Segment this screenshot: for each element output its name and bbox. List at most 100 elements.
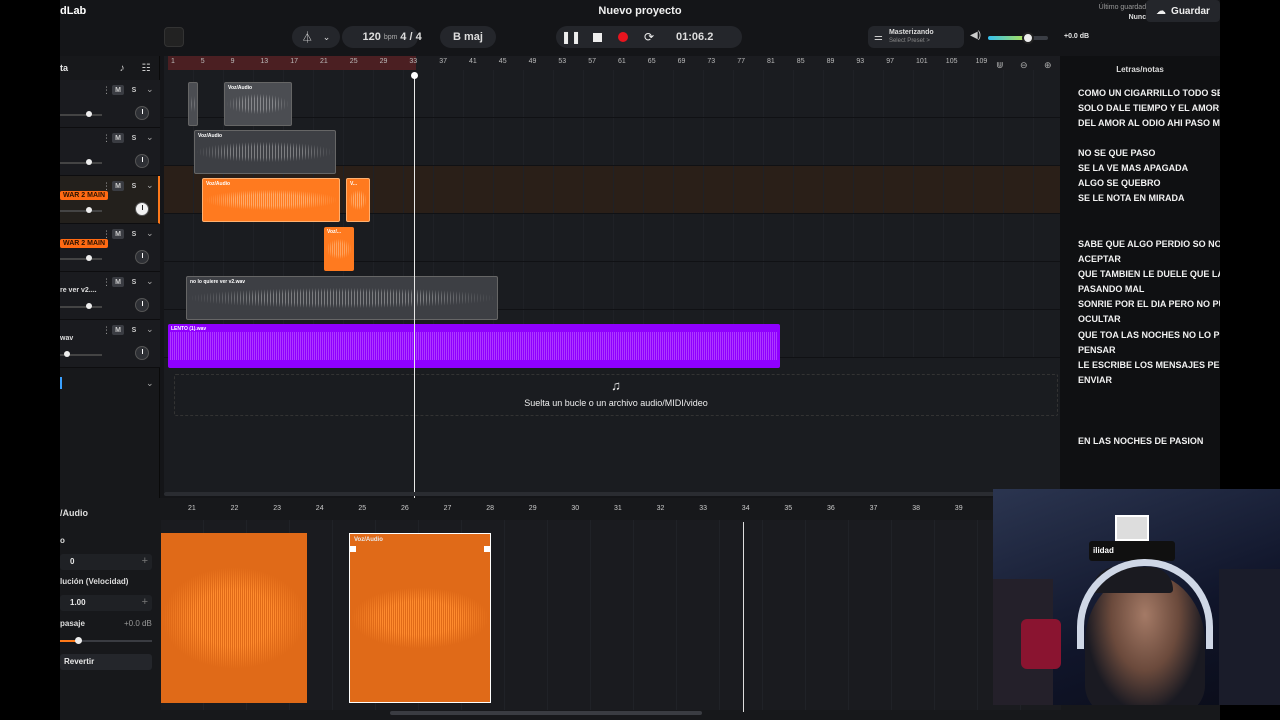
lyric-line[interactable]: LE ESCRIBE LOS MENSAJES PERO [1078, 360, 1220, 370]
record-button[interactable] [612, 26, 634, 48]
more-icon[interactable]: ⋮ [102, 181, 111, 192]
master-volume-slider[interactable] [1022, 32, 1034, 44]
track-volume-fader[interactable] [60, 258, 102, 260]
chevron-down-icon[interactable]: ⌄ [146, 324, 154, 335]
track-volume-fader[interactable] [60, 210, 102, 212]
panel-toggle-icon[interactable] [164, 27, 184, 47]
lyric-line[interactable]: EN LAS NOCHES DE PASION [1078, 436, 1203, 446]
pan-knob[interactable] [135, 106, 149, 120]
lyric-line[interactable]: QUE TOA LAS NOCHES NO LO P [1078, 330, 1220, 340]
track-header-2[interactable]: ⋮ M S ⌄ [60, 128, 160, 176]
chevron-down-icon[interactable]: ⌄ [146, 276, 154, 287]
timeline-ruler[interactable]: 1 5 9 13 17 21 25 29 33 37 41 45 49 53 57 61 65 69 73 77 81 8… [164, 56, 1060, 70]
track-volume-fader[interactable] [60, 114, 102, 116]
speaker-icon[interactable]: ◀) [970, 30, 981, 41]
tuner-icon[interactable]: ♪ [114, 61, 130, 75]
lyric-line[interactable]: SONRIE POR EL DIA PERO NO PU [1078, 299, 1220, 309]
chevron-down-icon[interactable]: ⌄ [146, 378, 154, 389]
arrangement-timeline[interactable]: Voz/Audio Voz/Audio Voz/Audio V... Voz/.… [164, 70, 1060, 492]
fader-knob[interactable] [86, 159, 92, 165]
editor-grid[interactable]: Voz/Audio [161, 520, 1061, 710]
mute-button[interactable]: M [112, 325, 124, 335]
trim-handle-right[interactable] [484, 546, 490, 552]
fader-knob[interactable] [64, 351, 70, 357]
project-title[interactable]: Nuevo proyecto [60, 5, 1220, 17]
mute-button[interactable]: M [112, 181, 124, 191]
mastering-control[interactable]: ⚌ Masterizando Select Preset > [868, 26, 964, 48]
solo-button[interactable]: S [128, 325, 140, 335]
playhead-handle[interactable] [411, 72, 418, 79]
more-icon[interactable]: ⋮ [102, 277, 111, 288]
save-button[interactable]: ☁ Guardar [1146, 0, 1220, 22]
track-header-1[interactable]: ⋮ M S ⌄ [60, 80, 160, 128]
solo-button[interactable]: S [128, 133, 140, 143]
pan-knob[interactable] [135, 154, 149, 168]
drop-zone[interactable]: ♫ Suelta un bucle o un archivo audio/MID… [174, 374, 1058, 416]
plus-icon[interactable]: + [142, 555, 148, 567]
loop-button[interactable]: ⟳ [638, 26, 660, 48]
pan-knob[interactable] [135, 250, 149, 264]
mute-button[interactable]: M [112, 277, 124, 287]
lyric-line[interactable]: ENVIAR [1078, 375, 1112, 385]
pan-knob[interactable] [135, 346, 149, 360]
trim-handle-left[interactable] [350, 546, 356, 552]
stop-button[interactable] [586, 26, 608, 48]
lyric-line[interactable]: OCULTAR [1078, 314, 1121, 324]
audio-clip[interactable]: V... [346, 178, 370, 222]
fade-slider-knob[interactable] [75, 637, 82, 644]
mute-button[interactable]: M [112, 133, 124, 143]
audio-clip[interactable]: Voz/... [324, 227, 354, 271]
time-signature[interactable]: 4 / 4 [390, 26, 432, 48]
audio-clip[interactable] [188, 82, 198, 126]
solo-button[interactable]: S [128, 181, 140, 191]
editor-scrollbar[interactable] [390, 711, 702, 715]
track-header-6[interactable]: wav ⋮ M S ⌄ [60, 320, 160, 368]
audio-clip[interactable]: LENTO (1).wav [168, 324, 780, 368]
lyric-line[interactable]: COMO UN CIGARRILLO TODO SE [1078, 88, 1220, 98]
solo-button[interactable]: S [128, 229, 140, 239]
track-volume-fader[interactable] [60, 162, 102, 164]
audio-clip[interactable]: no lo quiere ver v2.wav [186, 276, 498, 320]
pan-knob[interactable] [135, 202, 149, 216]
metronome-control[interactable]: ⏃ ⌄ [292, 26, 340, 48]
track-header-4[interactable]: WAR 2 MAIN ⋮ M S ⌄ [60, 224, 160, 272]
lyric-line[interactable]: SE LA VE MAS APAGADA [1078, 163, 1188, 173]
chevron-down-icon[interactable]: ⌄ [146, 132, 154, 143]
chevron-down-icon[interactable]: ⌄ [146, 228, 154, 239]
track-lane-1[interactable] [164, 70, 1060, 118]
plus-icon[interactable]: + [142, 596, 148, 608]
field1-input[interactable]: 0 + [60, 554, 152, 570]
revert-button[interactable]: Revertir [60, 654, 152, 670]
fade-slider[interactable] [60, 637, 152, 644]
fader-knob[interactable] [86, 111, 92, 117]
lyric-line[interactable]: SE LE NOTA EN MIRADA [1078, 193, 1185, 203]
more-icon[interactable]: ⋮ [102, 229, 111, 240]
solo-button[interactable]: S [128, 277, 140, 287]
fader-knob[interactable] [86, 303, 92, 309]
fader-knob[interactable] [86, 207, 92, 213]
timeline-scrollbar[interactable] [164, 492, 1060, 496]
audio-clip[interactable]: Voz/Audio [194, 130, 336, 174]
more-icon[interactable]: ⋮ [102, 133, 111, 144]
solo-button[interactable]: S [128, 85, 140, 95]
pause-button[interactable]: ❚❚ [560, 26, 582, 48]
lyric-line[interactable]: ACEPTAR [1078, 254, 1121, 264]
key-selector[interactable]: B maj [440, 26, 496, 48]
editor-clip[interactable] [161, 533, 307, 703]
speed-input[interactable]: 1.00 + [60, 595, 152, 611]
lyric-line[interactable]: PASANDO MAL [1078, 284, 1144, 294]
mute-button[interactable]: M [112, 85, 124, 95]
playhead[interactable] [414, 74, 415, 498]
mute-button[interactable]: M [112, 229, 124, 239]
chevron-down-icon[interactable]: ⌄ [146, 84, 154, 95]
editor-clip-selected[interactable]: Voz/Audio [349, 533, 491, 703]
chevron-down-icon[interactable]: ⌄ [146, 180, 154, 191]
more-icon[interactable]: ⋮ [102, 85, 111, 96]
audio-clip[interactable]: Voz/Audio [224, 82, 292, 126]
track-header-3[interactable]: WAR 2 MAIN ⋮ M S ⌄ [60, 176, 160, 224]
more-icon[interactable]: ⋮ [102, 325, 111, 336]
add-track-row[interactable]: ⌄ [60, 374, 160, 394]
lyric-line[interactable]: NO SE QUE PASO [1078, 148, 1155, 158]
pan-knob[interactable] [135, 298, 149, 312]
audio-clip[interactable]: Voz/Audio [202, 178, 340, 222]
